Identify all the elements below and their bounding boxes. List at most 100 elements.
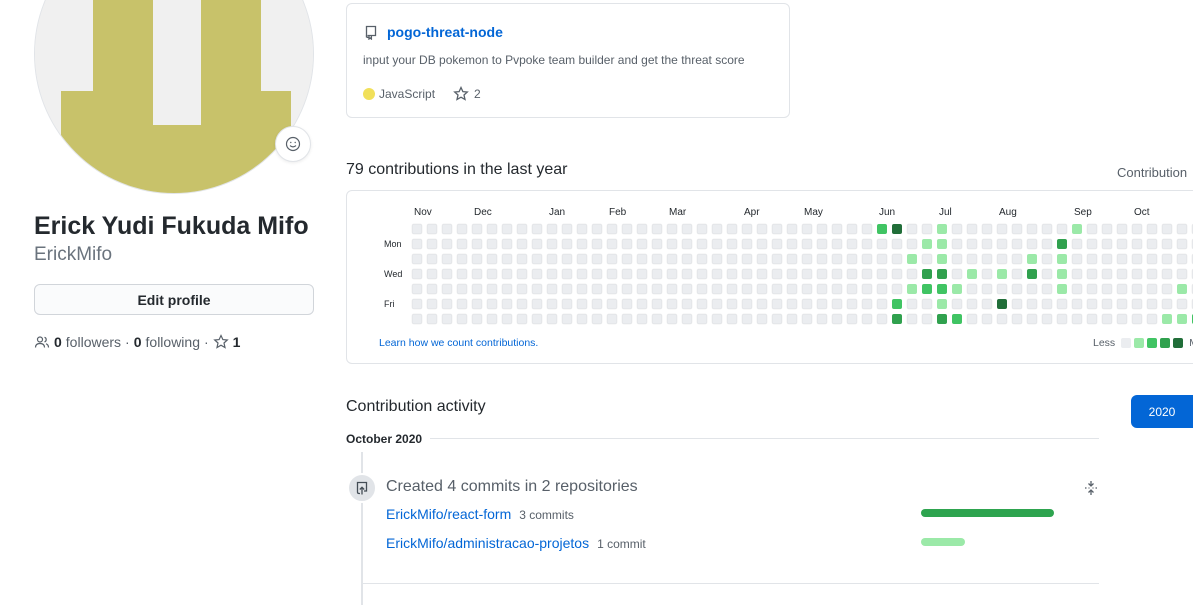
contribution-day[interactable] <box>996 253 1008 265</box>
contribution-day[interactable] <box>1146 268 1158 280</box>
contribution-day[interactable] <box>531 313 543 325</box>
contribution-day[interactable] <box>816 238 828 250</box>
contribution-day[interactable] <box>1101 268 1113 280</box>
contribution-day[interactable] <box>516 298 528 310</box>
contribution-day[interactable] <box>606 283 618 295</box>
contribution-day[interactable] <box>516 283 528 295</box>
contribution-day[interactable] <box>471 268 483 280</box>
contribution-day[interactable] <box>1176 253 1188 265</box>
contribution-day[interactable] <box>651 268 663 280</box>
contribution-day[interactable] <box>546 268 558 280</box>
contribution-day[interactable] <box>711 238 723 250</box>
contribution-day[interactable] <box>951 298 963 310</box>
contribution-day[interactable] <box>501 268 513 280</box>
contribution-day[interactable] <box>636 268 648 280</box>
contribution-day[interactable] <box>531 238 543 250</box>
contribution-day[interactable] <box>1011 253 1023 265</box>
contribution-day[interactable] <box>651 298 663 310</box>
contribution-day[interactable] <box>816 283 828 295</box>
contribution-day[interactable] <box>997 299 1007 309</box>
contribution-day[interactable] <box>1026 238 1038 250</box>
activity-repo-link[interactable]: ErickMifo/react-form <box>386 506 511 522</box>
contribution-day[interactable] <box>937 224 947 234</box>
contribution-day[interactable] <box>711 268 723 280</box>
contribution-day[interactable] <box>831 223 843 235</box>
contribution-day[interactable] <box>561 223 573 235</box>
contribution-day[interactable] <box>861 298 873 310</box>
contribution-day[interactable] <box>411 298 423 310</box>
contribution-day[interactable] <box>441 298 453 310</box>
contribution-day[interactable] <box>621 253 633 265</box>
contribution-day[interactable] <box>1011 268 1023 280</box>
contribution-day[interactable] <box>636 313 648 325</box>
contribution-day[interactable] <box>666 298 678 310</box>
contribution-day[interactable] <box>907 254 917 264</box>
contribution-day[interactable] <box>726 223 738 235</box>
contribution-day[interactable] <box>966 238 978 250</box>
contribution-day[interactable] <box>741 298 753 310</box>
contribution-day[interactable] <box>1011 298 1023 310</box>
contribution-day[interactable] <box>1116 268 1128 280</box>
contribution-day[interactable] <box>846 253 858 265</box>
contribution-day[interactable] <box>816 298 828 310</box>
contribution-day[interactable] <box>951 238 963 250</box>
contribution-day[interactable] <box>486 253 498 265</box>
contribution-day[interactable] <box>1146 238 1158 250</box>
contribution-day[interactable] <box>816 253 828 265</box>
contribution-day[interactable] <box>546 283 558 295</box>
contribution-day[interactable] <box>816 313 828 325</box>
contribution-day[interactable] <box>786 238 798 250</box>
contribution-day[interactable] <box>561 298 573 310</box>
contribution-day[interactable] <box>966 313 978 325</box>
contribution-day[interactable] <box>1041 253 1053 265</box>
contribution-day[interactable] <box>426 253 438 265</box>
contribution-day[interactable] <box>892 224 902 234</box>
contribution-day[interactable] <box>1026 283 1038 295</box>
contribution-day[interactable] <box>471 283 483 295</box>
contribution-day[interactable] <box>906 268 918 280</box>
contribution-day[interactable] <box>621 298 633 310</box>
contribution-day[interactable] <box>1041 298 1053 310</box>
contribution-day[interactable] <box>666 238 678 250</box>
contribution-day[interactable] <box>1072 224 1082 234</box>
contribution-day[interactable] <box>696 253 708 265</box>
contribution-day[interactable] <box>1116 253 1128 265</box>
contribution-day[interactable] <box>891 283 903 295</box>
contribution-settings-dropdown[interactable]: Contribution <box>1117 165 1187 180</box>
contribution-day[interactable] <box>1101 313 1113 325</box>
contribution-day[interactable] <box>1177 284 1187 294</box>
contribution-day[interactable] <box>981 283 993 295</box>
contribution-day[interactable] <box>981 223 993 235</box>
contribution-day[interactable] <box>876 253 888 265</box>
contribution-day[interactable] <box>606 238 618 250</box>
contribution-day[interactable] <box>996 238 1008 250</box>
contribution-day[interactable] <box>726 268 738 280</box>
activity-repo-link[interactable]: ErickMifo/administracao-projetos <box>386 535 589 551</box>
contribution-day[interactable] <box>1041 223 1053 235</box>
contribution-day[interactable] <box>996 313 1008 325</box>
contribution-day[interactable] <box>576 283 588 295</box>
contribution-day[interactable] <box>937 269 947 279</box>
contribution-day[interactable] <box>1177 314 1187 324</box>
contribution-day[interactable] <box>1146 313 1158 325</box>
contribution-day[interactable] <box>846 283 858 295</box>
contribution-day[interactable] <box>696 238 708 250</box>
contribution-day[interactable] <box>876 313 888 325</box>
contribution-day[interactable] <box>1071 313 1083 325</box>
contribution-day[interactable] <box>756 313 768 325</box>
contribution-day[interactable] <box>1161 223 1173 235</box>
contribution-day[interactable] <box>1161 238 1173 250</box>
contribution-day[interactable] <box>831 238 843 250</box>
contribution-day[interactable] <box>861 313 873 325</box>
contribution-day[interactable] <box>951 223 963 235</box>
contribution-day[interactable] <box>801 313 813 325</box>
contribution-day[interactable] <box>892 299 902 309</box>
contribution-day[interactable] <box>921 313 933 325</box>
contribution-day[interactable] <box>441 283 453 295</box>
contribution-day[interactable] <box>726 253 738 265</box>
contribution-day[interactable] <box>786 223 798 235</box>
contribution-day[interactable] <box>922 284 932 294</box>
contribution-day[interactable] <box>951 268 963 280</box>
contribution-day[interactable] <box>456 298 468 310</box>
contribution-day[interactable] <box>696 223 708 235</box>
